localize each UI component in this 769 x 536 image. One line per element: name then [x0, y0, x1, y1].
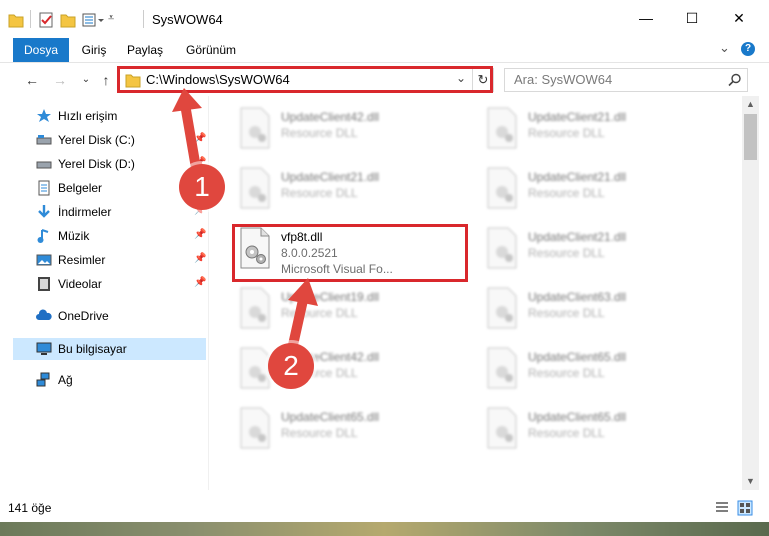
details-view-icon[interactable] [714, 500, 730, 516]
arrow-1-shaft [181, 105, 201, 173]
arrow-2-shaft [288, 295, 308, 350]
status-bar: 141 öğe [0, 496, 769, 520]
large-icons-view-icon[interactable] [737, 500, 753, 516]
annotation-marker-2: 2 [268, 343, 314, 389]
annotation-marker-1: 1 [179, 164, 225, 210]
arrow-2-head [288, 278, 318, 306]
desktop-background [0, 522, 769, 536]
arrow-1-head [172, 88, 202, 112]
item-count: 141 öğe [8, 501, 52, 515]
annotation-arrows [172, 88, 318, 350]
